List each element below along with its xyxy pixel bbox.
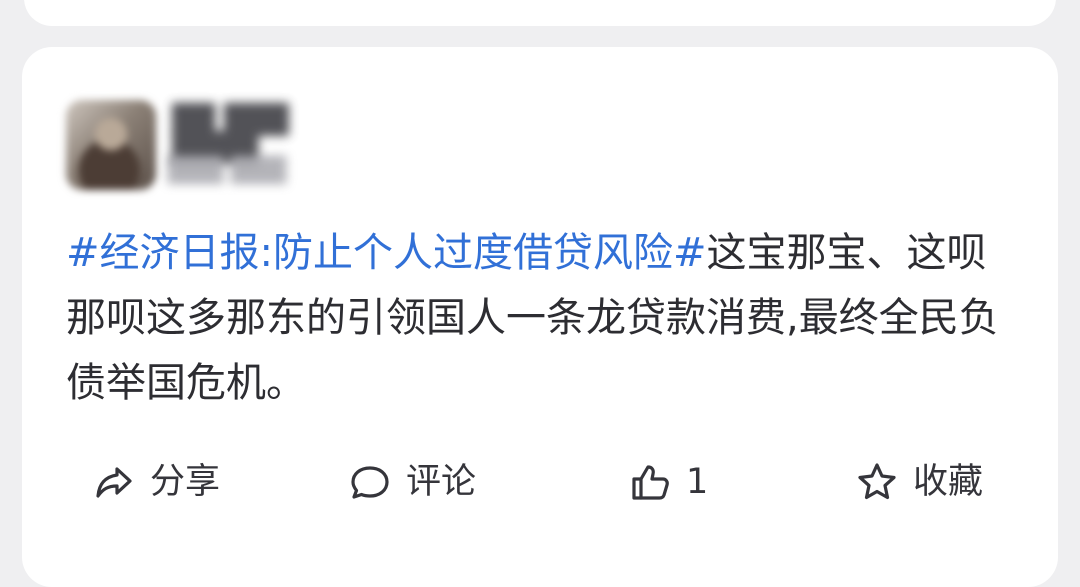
post-topic-link[interactable]: #经济日报:防止个人过度借贷风险# (66, 230, 707, 276)
share-label: 分享 (150, 462, 221, 502)
post-time: ███ ███ (168, 156, 287, 184)
share-button[interactable]: 分享 (92, 456, 220, 508)
previous-post-card (24, 0, 1056, 26)
chat-bubble-icon (348, 460, 392, 504)
comment-label: 评论 (406, 462, 477, 502)
star-icon (855, 460, 899, 504)
like-count: 1 (686, 462, 709, 502)
favorite-button[interactable]: 收藏 (855, 456, 983, 508)
favorite-label: 收藏 (913, 462, 984, 502)
post-content[interactable]: #经济日报:防止个人过度借贷风险#这宝那宝、这呗那呗这多那东的引领国人一条龙贷款… (66, 221, 1011, 416)
thumbs-up-icon (628, 460, 672, 504)
like-button[interactable]: 1 (628, 456, 708, 508)
avatar[interactable] (66, 100, 156, 190)
comment-button[interactable]: 评论 (348, 456, 476, 508)
username[interactable]: ██ ███ ████ (172, 106, 382, 162)
share-arrow-icon (92, 460, 136, 504)
